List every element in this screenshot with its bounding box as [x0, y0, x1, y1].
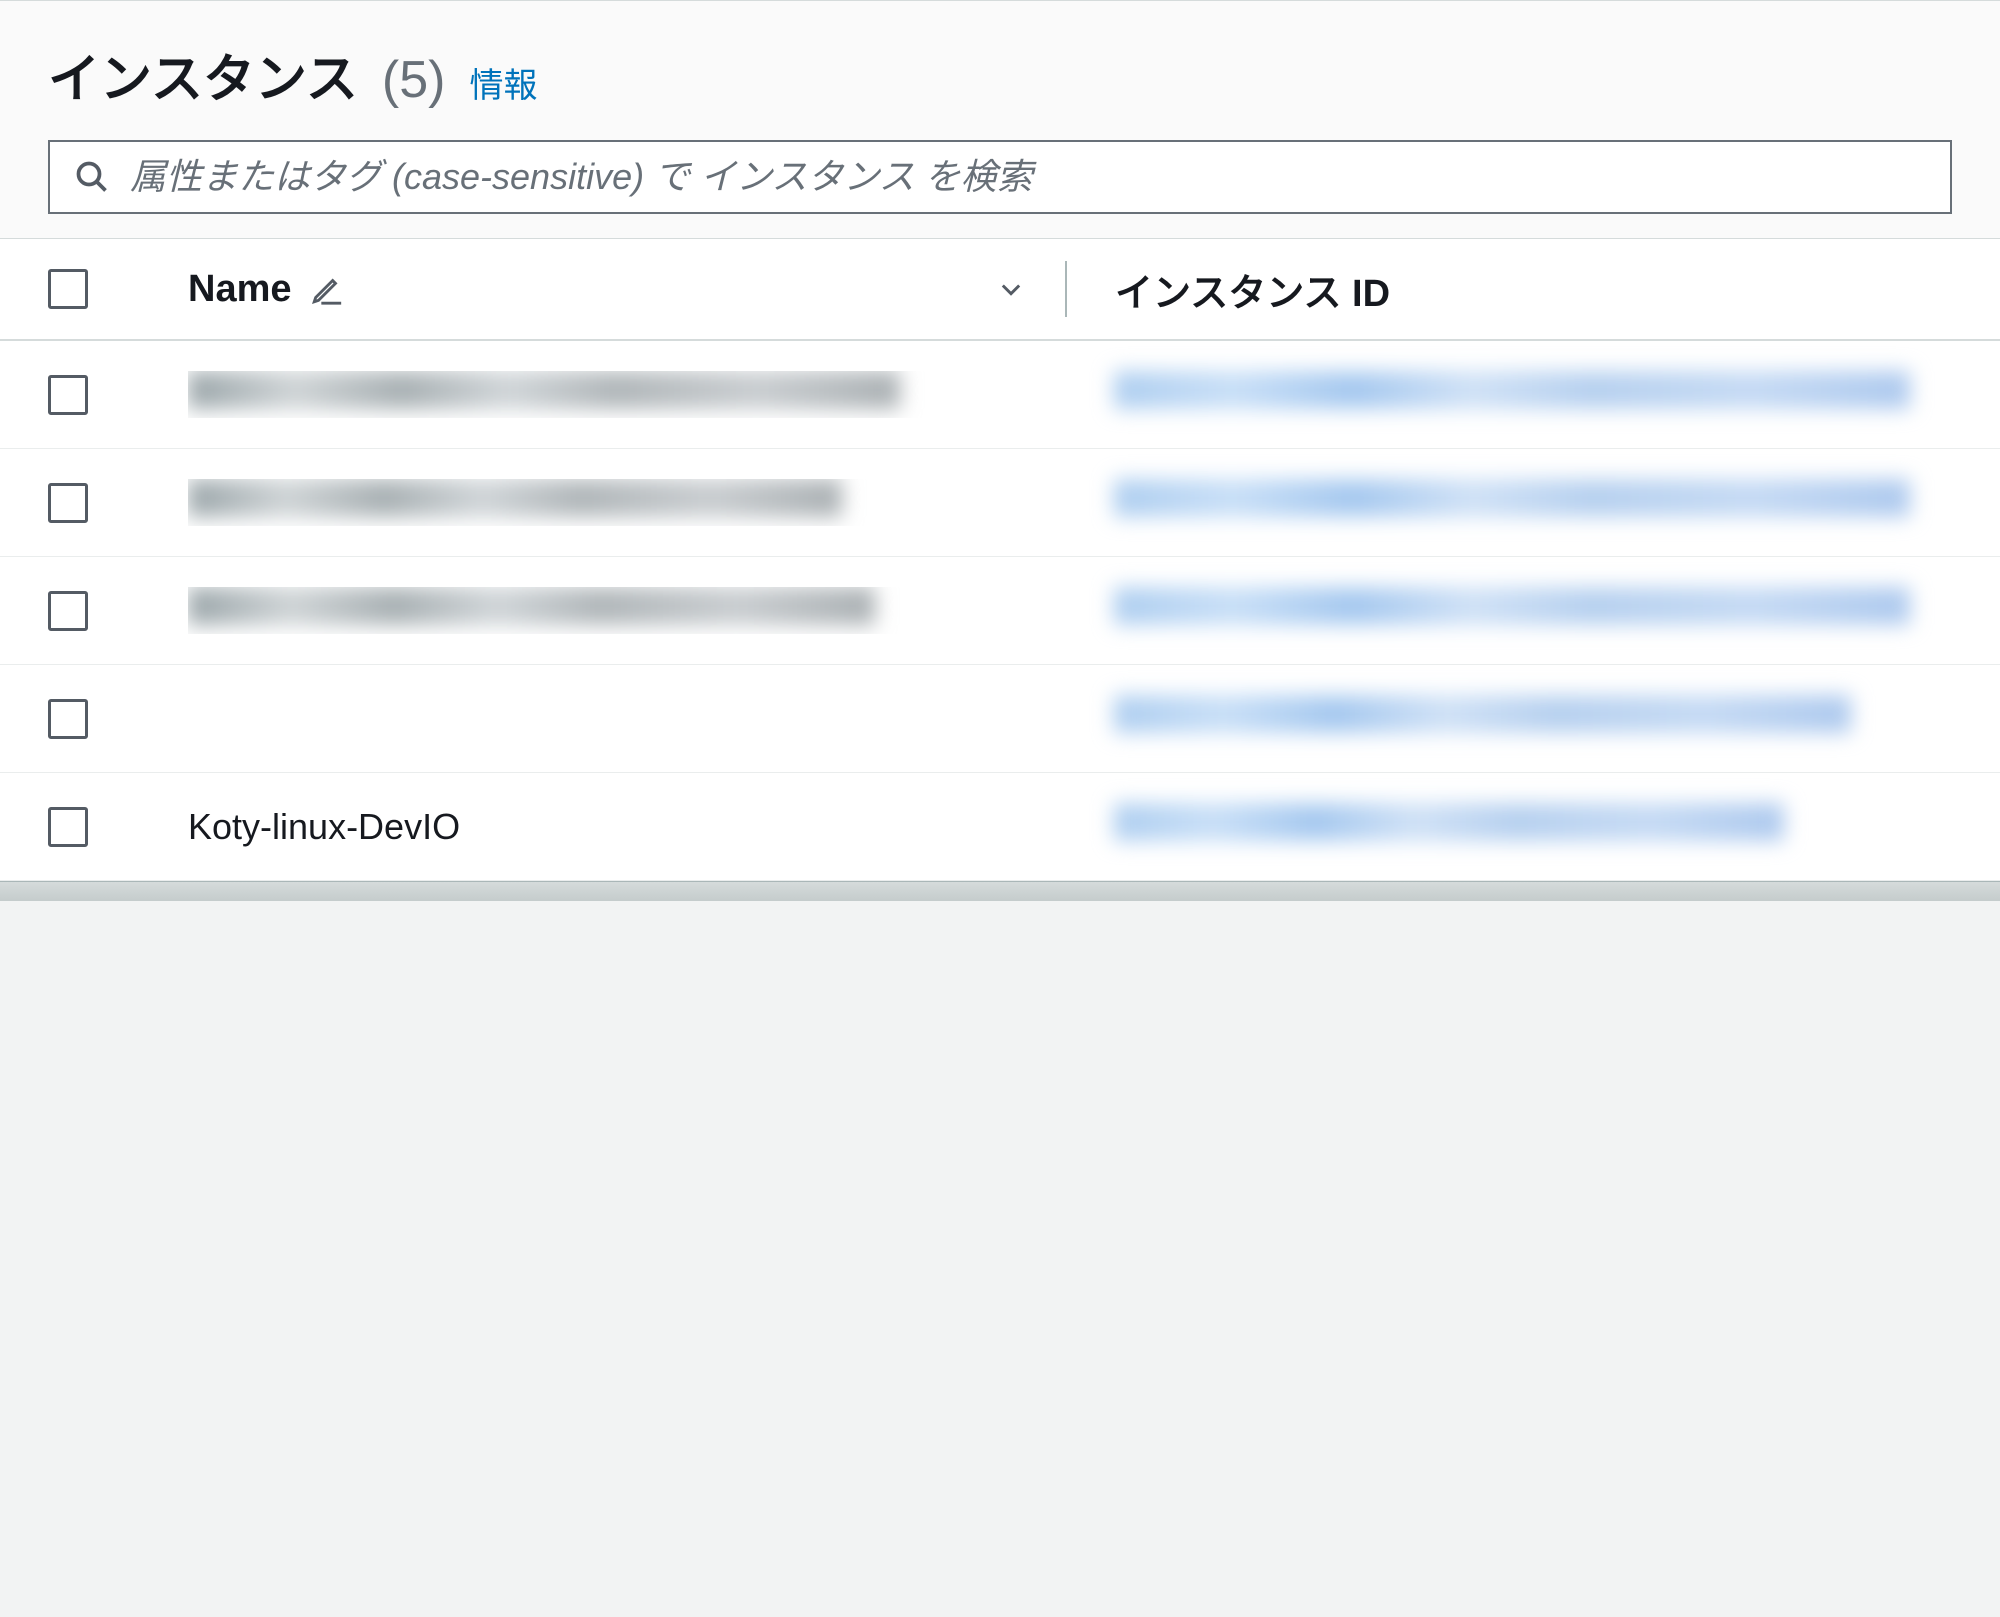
redacted-text: [188, 479, 842, 517]
search-input[interactable]: [130, 156, 1926, 198]
search-row: [0, 140, 2000, 238]
row-checkbox[interactable]: [48, 375, 88, 415]
search-box[interactable]: [48, 140, 1952, 214]
redacted-text: [1114, 695, 1851, 733]
info-link[interactable]: 情報: [469, 58, 537, 107]
column-name-label: Name: [188, 268, 292, 311]
instances-table: Name インスタンス ID: [0, 238, 2000, 881]
cell-name: [188, 479, 1066, 526]
redacted-text: [1114, 371, 1910, 409]
table-row[interactable]: [0, 341, 2000, 449]
cell-instance-id[interactable]: [1066, 803, 1952, 850]
select-all-checkbox[interactable]: [48, 269, 88, 309]
search-icon: [74, 159, 110, 195]
row-checkbox[interactable]: [48, 699, 88, 739]
row-checkbox[interactable]: [48, 483, 88, 523]
header-id-cell[interactable]: インスタンス ID: [1067, 262, 1952, 317]
table-row[interactable]: Koty-linux-DevIO: [0, 773, 2000, 881]
row-checkbox[interactable]: [48, 591, 88, 631]
cell-name: [188, 587, 1066, 634]
redacted-text: [188, 587, 875, 625]
redacted-text: [1114, 479, 1910, 517]
table-row[interactable]: [0, 665, 2000, 773]
table-row[interactable]: [0, 557, 2000, 665]
header-name-cell[interactable]: Name: [188, 268, 1065, 311]
pencil-edit-icon[interactable]: [310, 272, 344, 306]
cell-name: Koty-linux-DevIO: [188, 806, 1066, 848]
sort-dropdown-icon[interactable]: [997, 275, 1025, 303]
cell-instance-id[interactable]: [1066, 695, 1952, 742]
instances-panel: インスタンス (5) 情報 Name: [0, 0, 2000, 901]
redacted-text: [188, 371, 900, 409]
redacted-text: [1114, 803, 1784, 841]
table-header-row: Name インスタンス ID: [0, 239, 2000, 341]
panel-title: インスタンス: [48, 37, 358, 112]
panel-header: インスタンス (5) 情報: [0, 1, 2000, 140]
panel-footer-bar: [0, 881, 2000, 901]
cell-instance-id[interactable]: [1066, 479, 1952, 526]
cell-name: [188, 371, 1066, 418]
table-row[interactable]: [0, 449, 2000, 557]
header-checkbox-cell: [48, 269, 188, 309]
instance-count: (5): [382, 50, 446, 110]
redacted-text: [1114, 587, 1910, 625]
cell-instance-id[interactable]: [1066, 371, 1952, 418]
column-id-label: インスタンス ID: [1115, 273, 1390, 315]
row-checkbox[interactable]: [48, 807, 88, 847]
cell-instance-id[interactable]: [1066, 587, 1952, 634]
